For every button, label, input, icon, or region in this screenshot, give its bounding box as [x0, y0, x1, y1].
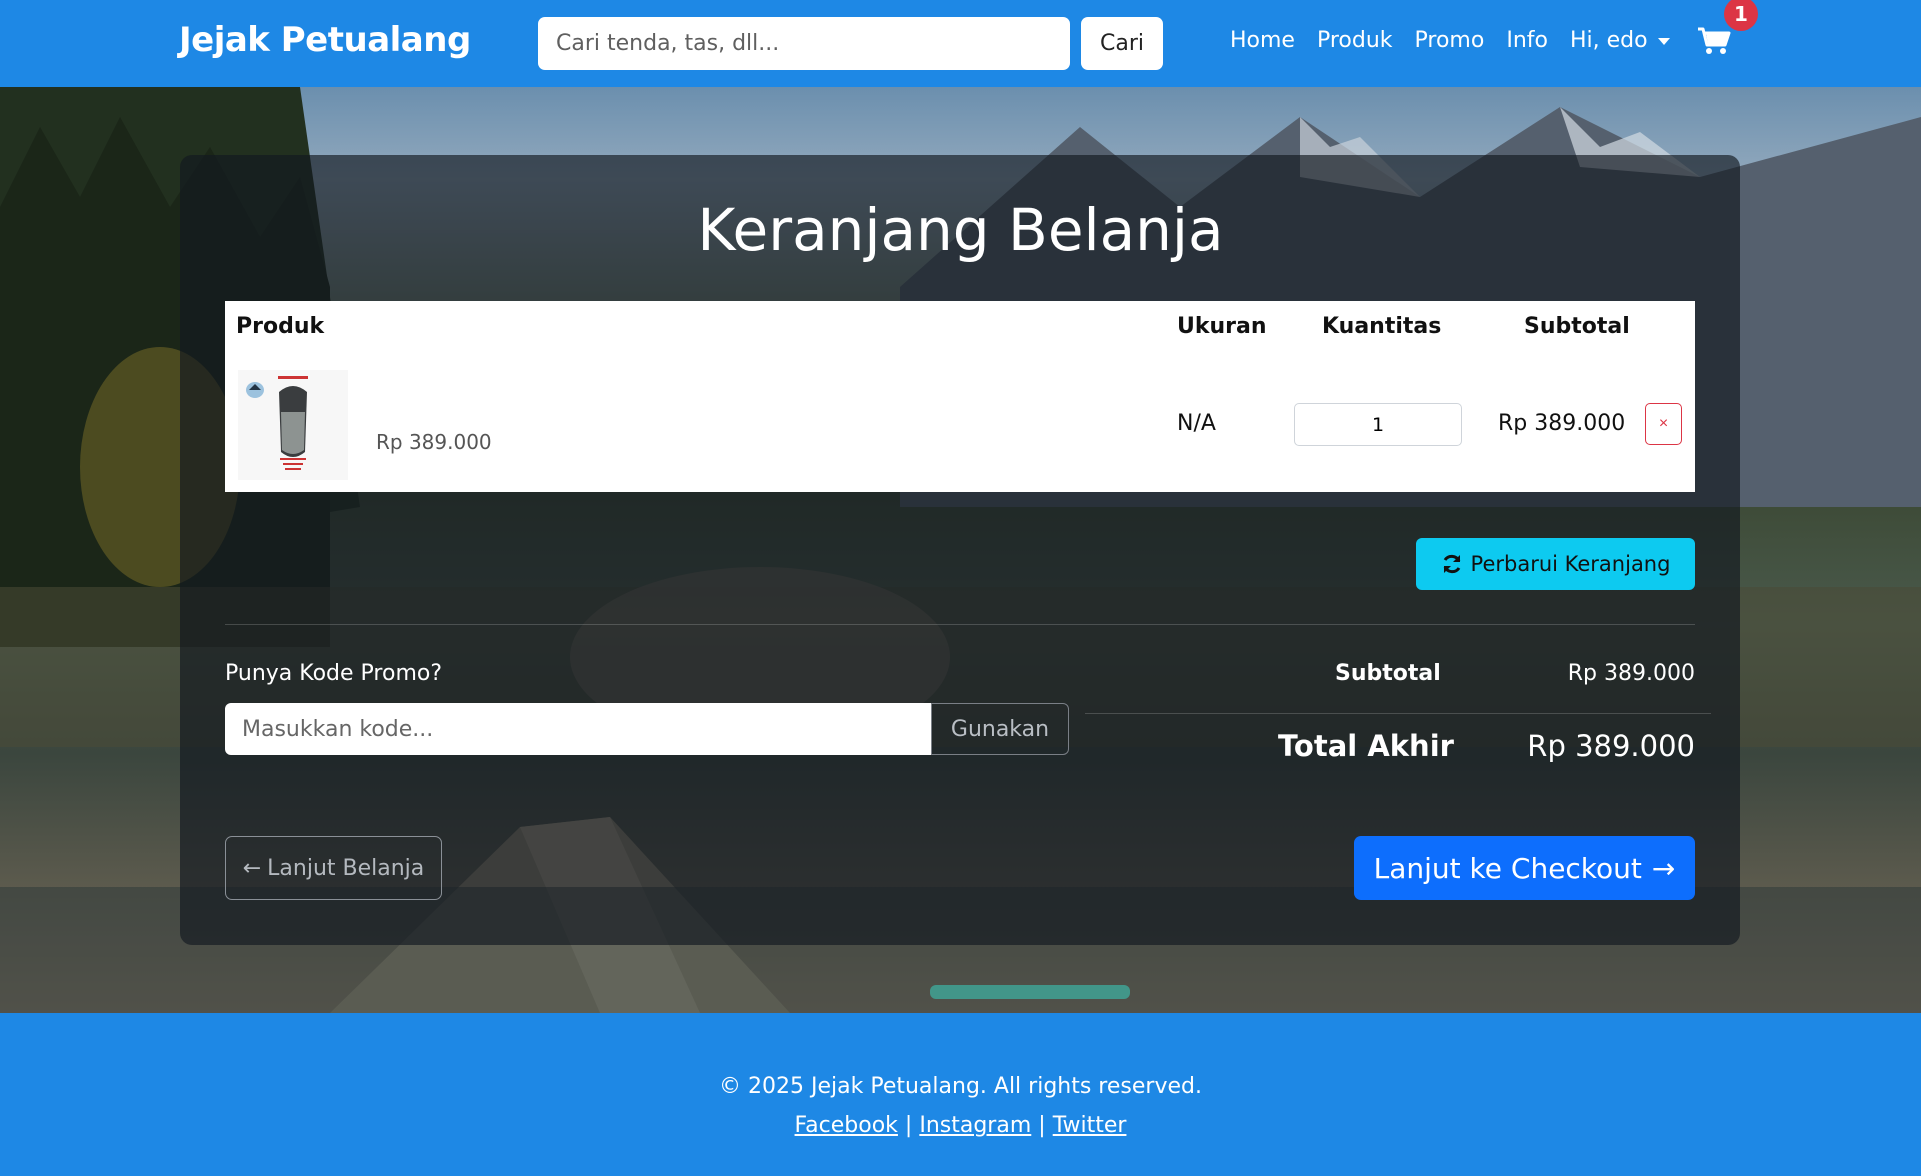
summary-total-label: Total Akhir	[1278, 729, 1454, 763]
footer: © 2025 Jejak Petualang. All rights reser…	[0, 1013, 1921, 1176]
nav-links: Home Produk Promo Info Hi, edo	[1230, 28, 1670, 53]
social-links: Facebook | Instagram | Twitter	[0, 1113, 1921, 1138]
summary-total-value: Rp 389.000	[1527, 729, 1695, 763]
arrow-right-icon: →	[1651, 851, 1676, 885]
instagram-link[interactable]: Instagram	[919, 1113, 1031, 1138]
checkout-label: Lanjut ke Checkout	[1373, 851, 1642, 885]
product-size: N/A	[1177, 411, 1216, 436]
link-separator: |	[904, 1113, 913, 1138]
continue-shopping-button[interactable]: ← Lanjut Belanja	[225, 836, 442, 900]
cart-table	[225, 301, 1695, 492]
summary-divider	[1085, 713, 1711, 714]
checkout-button[interactable]: Lanjut ke Checkout →	[1354, 836, 1695, 900]
nav-home[interactable]: Home	[1230, 28, 1295, 53]
remove-item-button[interactable]: ×	[1645, 403, 1682, 445]
user-menu-label: Hi, edo	[1569, 28, 1648, 53]
brand-logo[interactable]: Jejak Petualang	[179, 20, 471, 60]
refresh-icon	[1443, 554, 1460, 574]
summary-subtotal-value: Rp 389.000	[1567, 661, 1695, 686]
column-header-quantity: Kuantitas	[1322, 314, 1442, 339]
link-separator: |	[1038, 1113, 1046, 1138]
update-cart-button[interactable]: Perbarui Keranjang	[1416, 538, 1695, 590]
navbar: Jejak Petualang Cari Home Produk Promo I…	[0, 0, 1921, 87]
nav-produk[interactable]: Produk	[1317, 28, 1393, 53]
column-header-size: Ukuran	[1177, 314, 1267, 339]
chevron-down-icon	[1657, 37, 1670, 45]
user-menu-dropdown[interactable]: Hi, edo	[1570, 28, 1670, 53]
twitter-link[interactable]: Twitter	[1053, 1113, 1127, 1138]
summary-subtotal-label: Subtotal	[1335, 661, 1441, 686]
update-cart-label: Perbarui Keranjang	[1470, 552, 1671, 576]
nav-promo[interactable]: Promo	[1415, 28, 1485, 53]
product-price: Rp 389.000	[376, 430, 492, 454]
search-input[interactable]	[538, 17, 1070, 70]
sleeping-bag-product-image	[246, 376, 308, 470]
column-header-product: Produk	[236, 314, 325, 339]
row-subtotal: Rp 389.000	[1498, 411, 1626, 436]
nav-info[interactable]: Info	[1506, 28, 1548, 53]
facebook-link[interactable]: Facebook	[795, 1113, 898, 1138]
copyright-text: © 2025 Jejak Petualang. All rights reser…	[719, 1074, 1202, 1099]
page-title: Keranjang Belanja	[697, 196, 1224, 264]
search-button[interactable]: Cari	[1081, 17, 1163, 70]
arrow-left-icon: ←	[242, 855, 262, 881]
product-thumbnail[interactable]	[238, 370, 348, 480]
apply-promo-button[interactable]: Gunakan	[931, 703, 1069, 755]
promo-code-input[interactable]	[225, 703, 931, 755]
continue-shopping-label: Lanjut Belanja	[267, 855, 425, 881]
quantity-input[interactable]	[1294, 403, 1462, 446]
column-header-subtotal: Subtotal	[1524, 314, 1630, 339]
cart-count-badge: 1	[1724, 0, 1758, 31]
section-divider	[225, 624, 1695, 625]
cart-icon[interactable]	[1697, 26, 1731, 56]
promo-label: Punya Kode Promo?	[225, 661, 443, 686]
